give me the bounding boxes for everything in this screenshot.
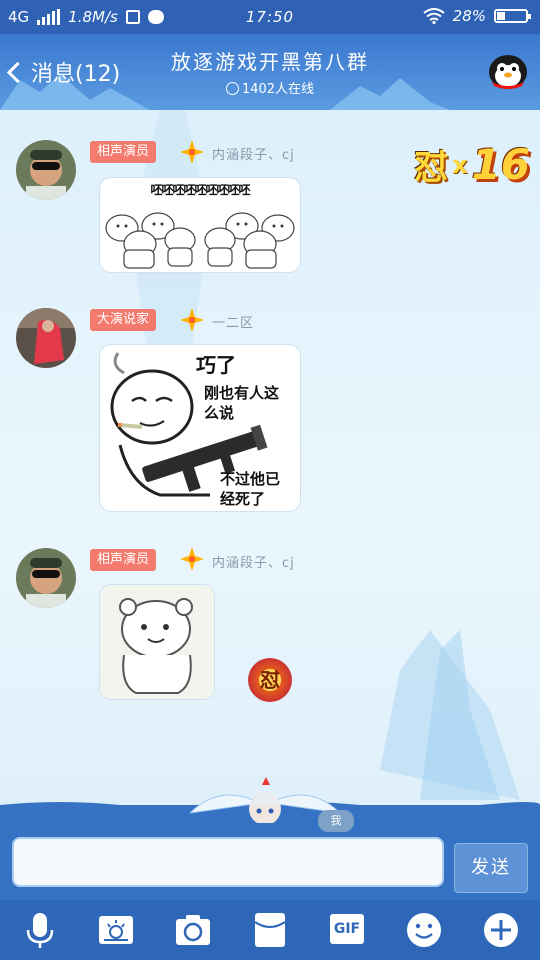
group-info-button[interactable] xyxy=(486,48,530,92)
star-icon xyxy=(180,140,204,164)
status-bar: 4G 1.8M/s 17:50 28% xyxy=(0,0,540,34)
user-title-badge: 相声演员 xyxy=(90,549,157,571)
sticker-image xyxy=(105,212,295,269)
avatar[interactable] xyxy=(16,308,76,368)
red-packet-icon[interactable] xyxy=(250,910,290,950)
avatar[interactable] xyxy=(16,548,76,608)
sticker-message[interactable] xyxy=(99,584,215,700)
sticker-text-line: 经死了 xyxy=(220,490,266,508)
bottom-toolbar: GIF xyxy=(0,900,540,960)
mascot-tag: 我 xyxy=(318,810,354,832)
message-input[interactable] xyxy=(12,837,444,887)
user-title-badge: 大演说家 xyxy=(90,309,157,331)
star-icon xyxy=(180,308,204,332)
sticker-text-line: 么说 xyxy=(204,404,235,422)
star-icon xyxy=(180,547,204,571)
plus-icon[interactable] xyxy=(481,910,521,950)
sticker-message[interactable]: 呸呸呸呸呸呸呸呸呸 xyxy=(99,177,301,273)
chat-area[interactable]: 怼 x 16 相声演员 内涵段子、cj 呸呸呸呸呸呸呸呸呸 大演说家 一二区 巧… xyxy=(0,110,540,805)
battery-percent: 28% xyxy=(452,7,486,25)
gif-icon[interactable]: GIF xyxy=(327,910,367,950)
input-area: 我 发送 xyxy=(0,777,540,900)
username[interactable]: 一二区 xyxy=(212,312,254,331)
sticker-message[interactable]: 巧了 刚也有人这 么说 不过他已 经死了 xyxy=(99,344,301,512)
combo-counter: 怼 x 16 xyxy=(414,140,530,189)
battery-icon xyxy=(494,9,531,23)
avatar-photo xyxy=(16,548,76,608)
sticker-text-line: 不过他已 xyxy=(220,470,281,488)
combo-times: x xyxy=(452,150,468,179)
combo-count: 16 xyxy=(471,140,530,189)
avatar-photo xyxy=(16,140,76,200)
chat-header: 消息(12) 放逐游戏开黑第八群 1402人在线 xyxy=(0,34,540,110)
gif-label: GIF xyxy=(330,914,364,944)
sticker-text-line: 刚也有人这 xyxy=(204,384,280,402)
combo-glyph: 怼 xyxy=(414,148,449,188)
sticker-text-line: 巧了 xyxy=(196,353,236,377)
group-title: 放逐游戏开黑第八群 xyxy=(171,50,369,74)
reaction-button[interactable]: 怼 xyxy=(248,658,292,702)
status-right: 28% xyxy=(423,7,531,25)
avatar-photo xyxy=(16,308,76,368)
online-count-label: 1402人在线 xyxy=(241,82,315,97)
avatar[interactable] xyxy=(16,140,76,200)
chevron-down-icon xyxy=(225,82,239,95)
wifi-icon xyxy=(423,8,445,24)
username[interactable]: 内涵段子、cj xyxy=(212,552,295,571)
image-icon[interactable] xyxy=(96,910,136,950)
emoji-icon[interactable] xyxy=(404,910,444,950)
microphone-icon[interactable] xyxy=(20,910,60,950)
user-title-badge: 相声演员 xyxy=(90,141,157,163)
sticker-image xyxy=(100,585,214,699)
username[interactable]: 内涵段子、cj xyxy=(212,144,295,163)
online-count[interactable]: 1402人在线 xyxy=(0,78,540,97)
mascot-avatar[interactable] xyxy=(190,773,340,823)
send-button[interactable]: 发送 xyxy=(454,843,528,893)
camera-icon[interactable] xyxy=(173,910,213,950)
